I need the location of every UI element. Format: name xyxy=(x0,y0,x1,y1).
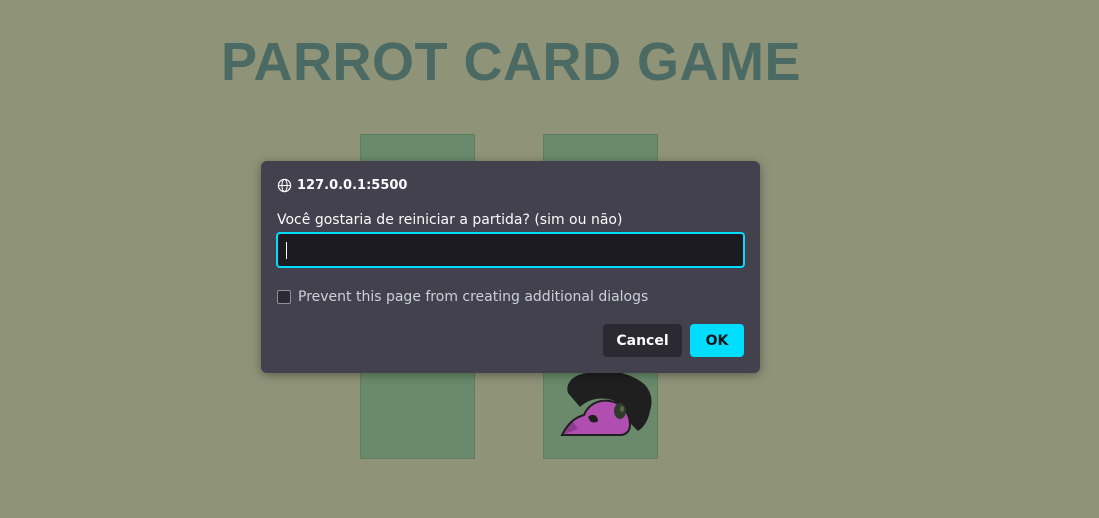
page-title: PARROT CARD GAME xyxy=(221,32,801,92)
dialog-origin: 127.0.0.1:5500 xyxy=(277,178,407,193)
parrot-image xyxy=(560,371,652,436)
text-caret xyxy=(286,242,287,259)
cancel-button[interactable]: Cancel xyxy=(603,324,682,357)
prompt-input[interactable] xyxy=(276,232,745,268)
globe-icon xyxy=(277,178,292,193)
dialog-message: Você gostaria de reiniciar a partida? (s… xyxy=(277,212,623,228)
dialog-origin-label: 127.0.0.1:5500 xyxy=(297,178,408,193)
prevent-dialogs-option[interactable]: Prevent this page from creating addition… xyxy=(277,289,648,305)
prevent-dialogs-checkbox[interactable] xyxy=(277,290,291,304)
prompt-dialog: 127.0.0.1:5500 Você gostaria de reinicia… xyxy=(261,161,760,373)
ok-button[interactable]: OK xyxy=(690,324,744,357)
prevent-dialogs-label: Prevent this page from creating addition… xyxy=(298,289,649,305)
